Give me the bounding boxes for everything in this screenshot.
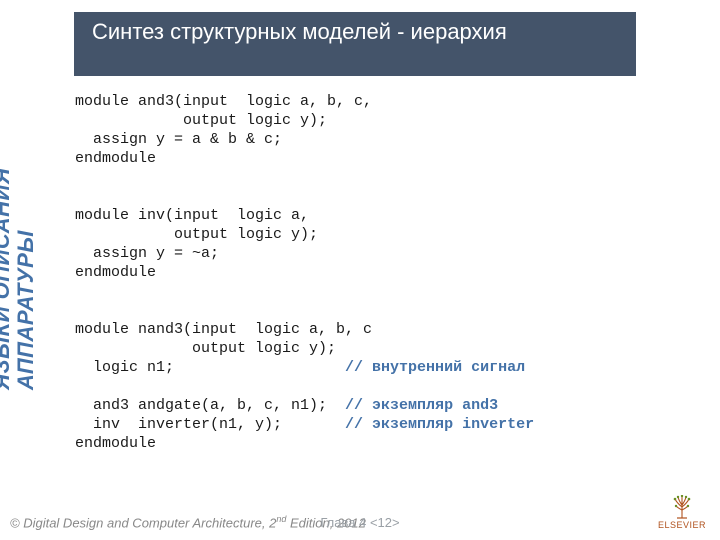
slide-title: Синтез структурных моделей - иерархия: [74, 12, 636, 76]
code-line: output logic y);: [75, 112, 327, 129]
code-line: output logic y);: [75, 226, 318, 243]
code-line: module nand3(input logic a, b, c: [75, 321, 372, 338]
chapter-label: Глава 4: [320, 515, 370, 530]
code-comment: // экземпляр and3: [345, 397, 498, 414]
code-line: endmodule: [75, 150, 156, 167]
code-line: inv inverter(n1, y);: [75, 416, 345, 433]
code-line: endmodule: [75, 435, 156, 452]
code-line: endmodule: [75, 264, 156, 281]
code-comment: // экземпляр inverter: [345, 416, 534, 433]
logo-text: ELSEVIER: [658, 520, 706, 530]
code-line: assign y = ~a;: [75, 245, 219, 262]
code-line: module inv(input logic a,: [75, 207, 309, 224]
code-line: logic n1;: [75, 359, 345, 376]
sidebar-line1: ЯЗЫКИ ОПИСАНИЯ: [0, 168, 14, 390]
code-line: module and3(input logic a, b, c,: [75, 93, 372, 110]
code-block: module and3(input logic a, b, c, output …: [75, 92, 534, 453]
sidebar-line2: АППАРАТУРЫ: [14, 168, 38, 390]
code-line: output logic y);: [75, 340, 336, 357]
title-text: Синтез структурных моделей - иерархия: [92, 19, 507, 44]
sidebar-label-inner: ЯЗЫКИ ОПИСАНИЯ АППАРАТУРЫ: [0, 168, 38, 390]
sidebar-label: ЯЗЫКИ ОПИСАНИЯ АППАРАТУРЫ: [18, 90, 58, 390]
code-line: assign y = a & b & c;: [75, 131, 282, 148]
code-line: and3 andgate(a, b, c, n1);: [75, 397, 345, 414]
tree-icon: [671, 495, 693, 519]
page-number: <12>: [370, 515, 400, 530]
chapter-footer: Глава 4 <12>: [0, 515, 720, 530]
code-comment: // внутренний сигнал: [345, 359, 525, 376]
elsevier-logo: ELSEVIER: [658, 495, 706, 530]
